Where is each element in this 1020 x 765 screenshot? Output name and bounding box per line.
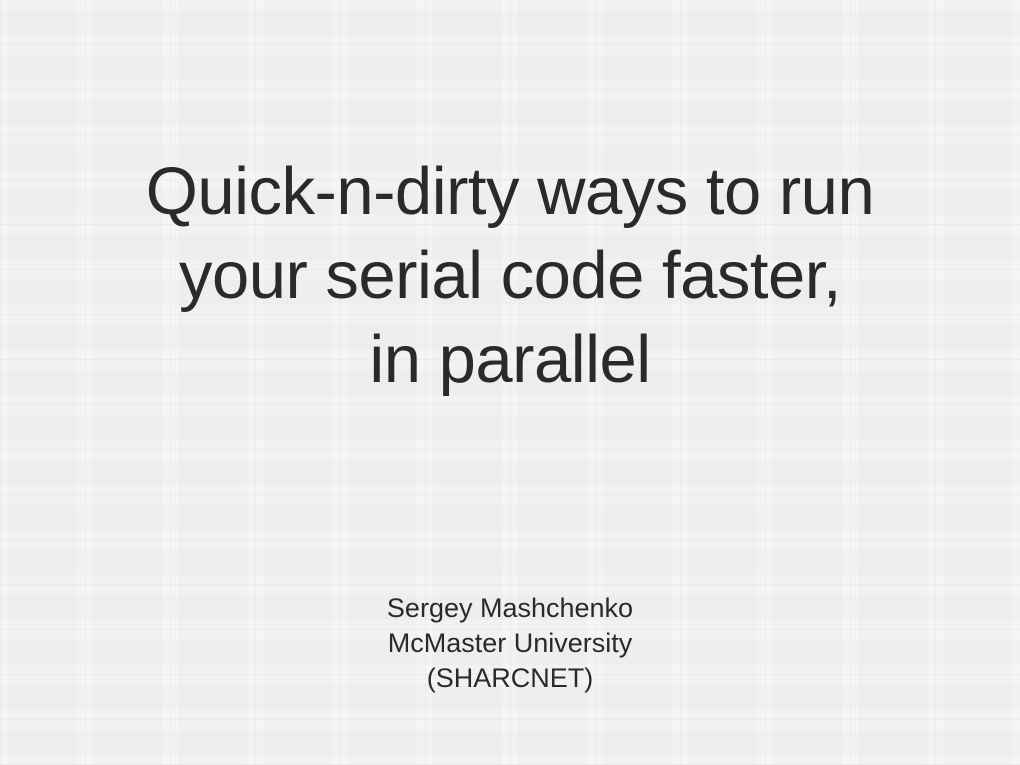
slide-title: Quick-n-dirty ways to run your serial co…	[146, 150, 874, 401]
affiliation: McMaster University	[387, 626, 633, 661]
organization: (SHARCNET)	[387, 661, 633, 696]
author-block: Sergey Mashchenko McMaster University (S…	[387, 591, 633, 696]
title-line-3: in parallel	[369, 322, 650, 397]
title-line-2: your serial code faster,	[179, 238, 841, 313]
author-name: Sergey Mashchenko	[387, 591, 633, 626]
title-line-1: Quick-n-dirty ways to run	[146, 154, 874, 229]
